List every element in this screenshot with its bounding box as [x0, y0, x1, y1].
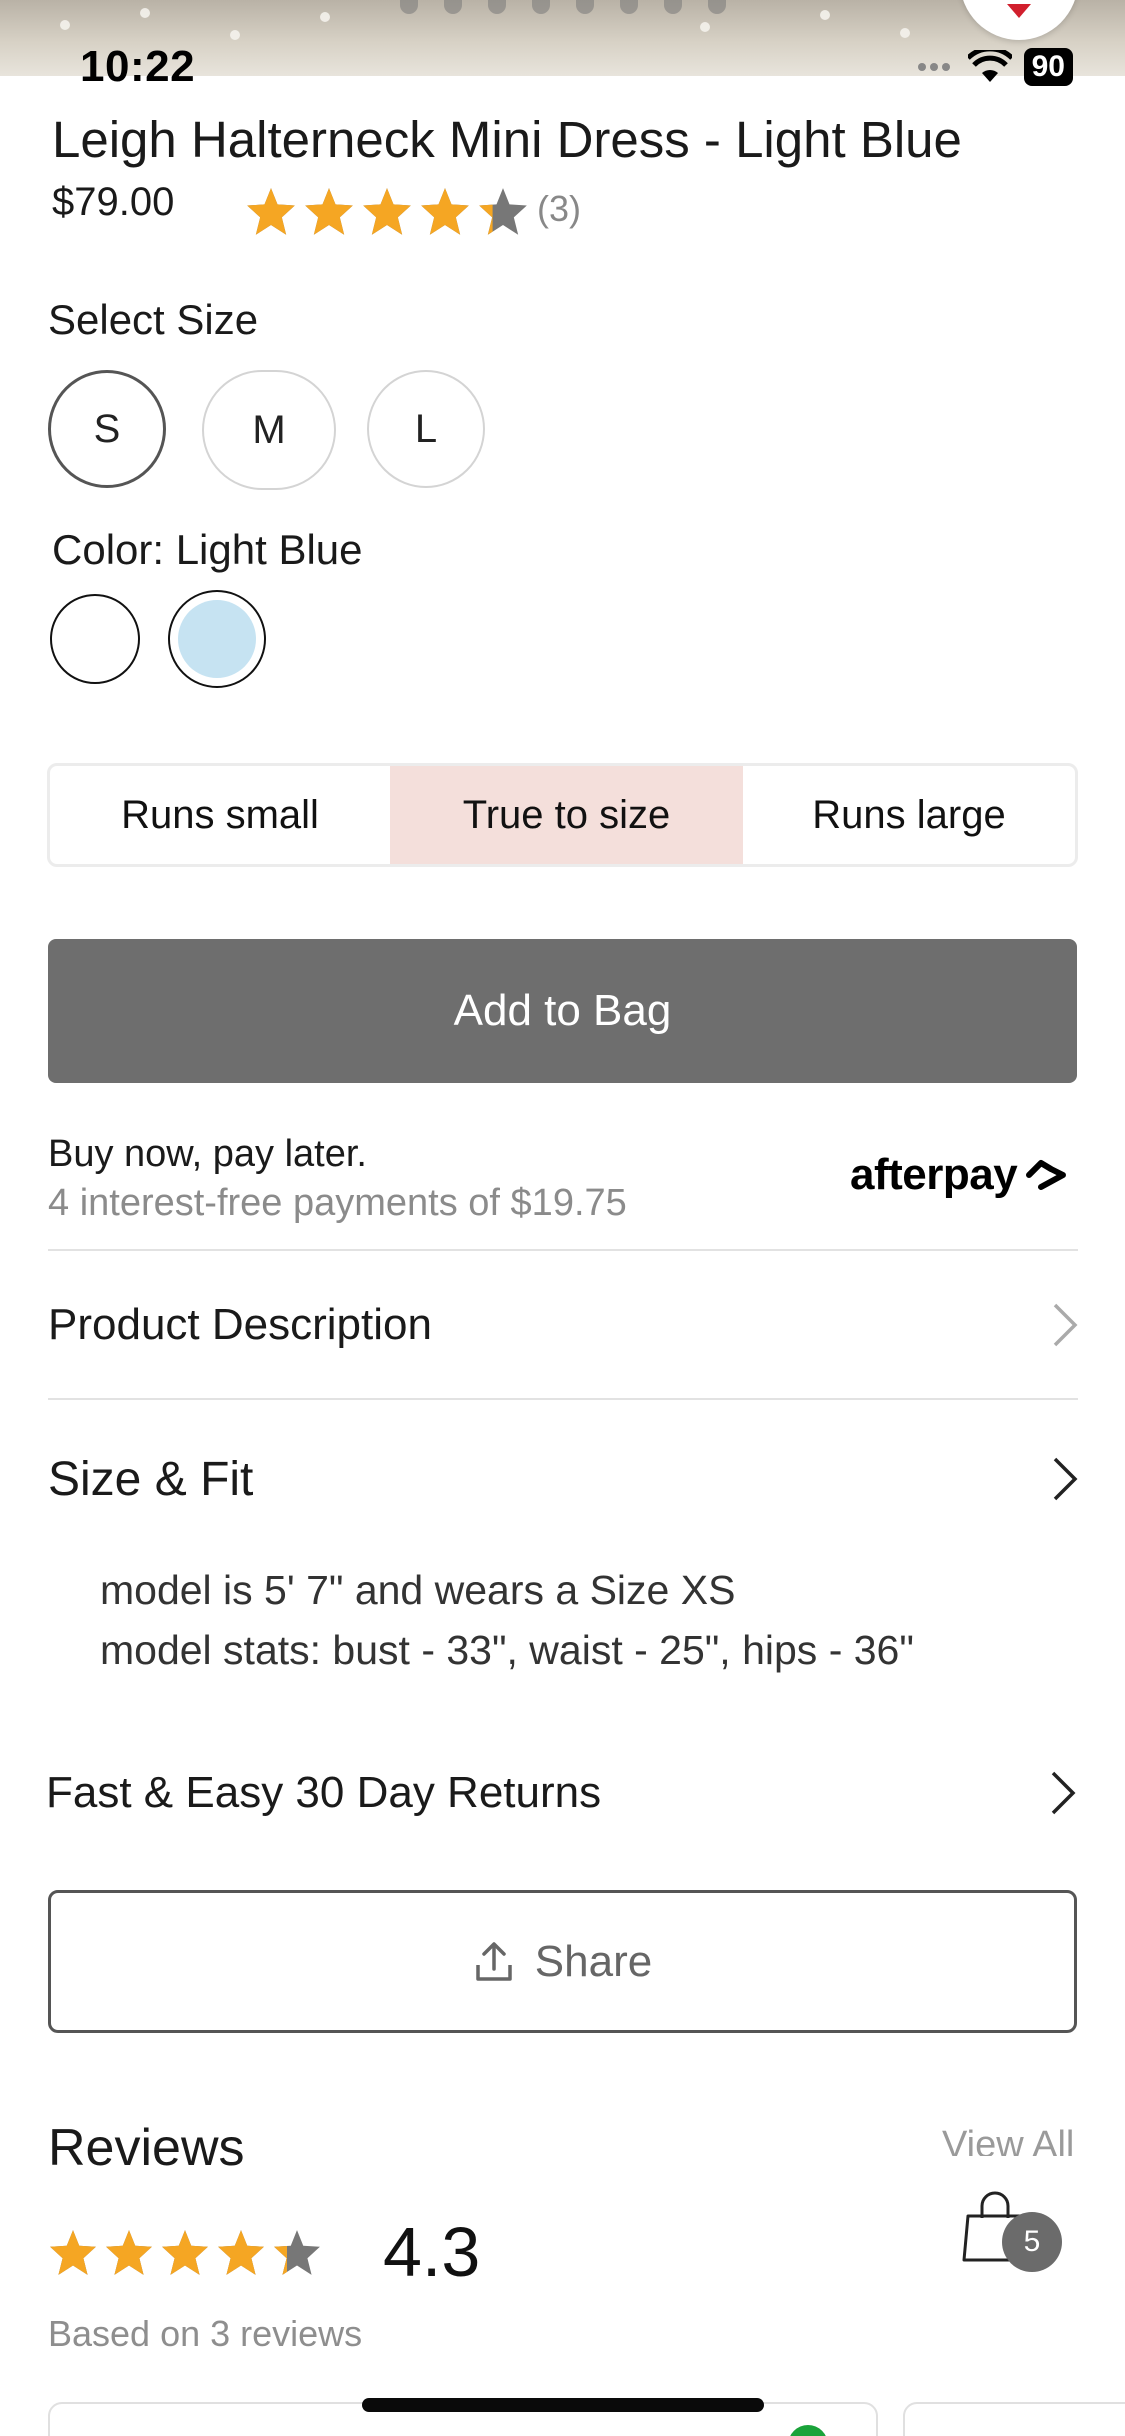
chevron-right-icon: [1051, 1771, 1076, 1815]
share-label: Share: [534, 1936, 653, 1986]
home-indicator[interactable]: [362, 2398, 764, 2412]
star-icon: [247, 188, 295, 235]
star-icon: [274, 2230, 320, 2275]
product-rating-stars[interactable]: [245, 186, 529, 238]
product-description-label: Product Description: [48, 1300, 432, 1349]
share-icon: [476, 1941, 512, 1981]
battery-indicator: 90: [1023, 48, 1073, 86]
fit-runs-small[interactable]: Runs small: [50, 766, 390, 864]
star-icon: [218, 2230, 264, 2275]
size-option-l[interactable]: L: [367, 370, 485, 488]
size-fit-details: model is 5' 7" and wears a Size XS model…: [100, 1560, 914, 1680]
status-time: 10:22: [80, 42, 196, 91]
model-stats-text: model stats: bust - 33", waist - 25", hi…: [100, 1627, 914, 1673]
chevron-right-icon: [1053, 1303, 1078, 1347]
share-button[interactable]: Share: [48, 1890, 1077, 2033]
divider: [48, 1249, 1078, 1251]
divider: [48, 1398, 1078, 1400]
average-rating-value: 4.3: [383, 2213, 481, 2291]
star-icon: [50, 2230, 96, 2275]
reviews-heading: Reviews: [48, 2119, 245, 2177]
review-count[interactable]: (3): [537, 188, 581, 230]
review-card[interactable]: [903, 2402, 1125, 2436]
size-option-s[interactable]: S: [48, 370, 166, 488]
star-icon: [421, 188, 469, 235]
view-all-reviews-link[interactable]: View All: [942, 2124, 1074, 2156]
afterpay-arrows-icon: [1026, 1160, 1067, 1190]
status-icons: 90: [916, 48, 1073, 86]
based-on-text: Based on 3 reviews: [48, 2313, 363, 2354]
size-fit-label: Size & Fit: [48, 1452, 254, 1506]
star-icon: [479, 188, 527, 235]
wifi-icon: [967, 50, 1012, 82]
color-label: Color: Light Blue: [52, 526, 363, 573]
pay-later-title: Buy now, pay later.: [48, 1133, 367, 1175]
size-option-m[interactable]: M: [202, 370, 336, 490]
carousel-dots: [400, 0, 726, 14]
size-fit-row[interactable]: Size & Fit: [48, 1444, 1078, 1514]
afterpay-wordmark: afterpay: [850, 1150, 1018, 1199]
product-description-row[interactable]: Product Description: [48, 1290, 1078, 1360]
star-icon: [162, 2230, 208, 2275]
product-title: Leigh Halterneck Mini Dress - Light Blue: [52, 111, 962, 168]
returns-row[interactable]: Fast & Easy 30 Day Returns: [46, 1758, 1076, 1828]
add-to-bag-button[interactable]: Add to Bag: [48, 939, 1077, 1083]
bag-count-badge: 5: [1002, 2212, 1062, 2272]
fit-selector: Runs small True to size Runs large: [47, 763, 1078, 867]
fit-runs-large[interactable]: Runs large: [743, 766, 1075, 864]
returns-label: Fast & Easy 30 Day Returns: [46, 1768, 602, 1817]
heart-icon: [1007, 4, 1031, 18]
average-rating-stars: [48, 2228, 322, 2278]
color-swatch-white[interactable]: [50, 594, 140, 684]
star-icon: [305, 188, 353, 235]
fit-true-to-size[interactable]: True to size: [390, 766, 743, 864]
wishlist-button[interactable]: [960, 0, 1078, 40]
pay-later-subtitle: 4 interest-free payments of $19.75: [48, 1182, 627, 1224]
model-height-text: model is 5' 7" and wears a Size XS: [100, 1567, 736, 1613]
star-icon: [106, 2230, 152, 2275]
chevron-right-icon: [1053, 1457, 1078, 1501]
color-swatch-light-blue[interactable]: [168, 590, 266, 688]
select-size-label: Select Size: [48, 296, 259, 343]
product-price: $79.00: [52, 180, 175, 224]
signal-dots-icon: [917, 63, 950, 71]
afterpay-logo[interactable]: afterpay: [850, 1150, 1071, 1200]
star-icon: [363, 188, 411, 235]
